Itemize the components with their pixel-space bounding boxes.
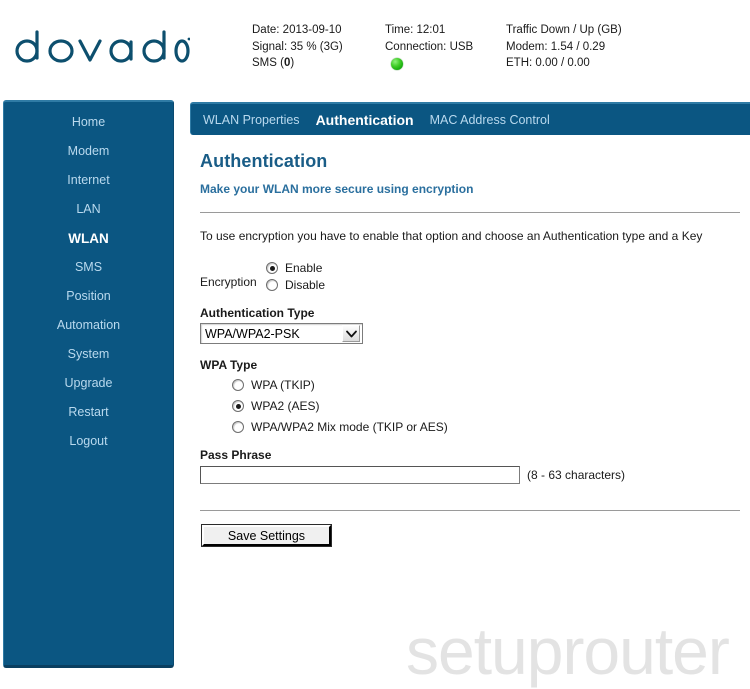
pass-phrase-row: (8 - 63 characters) [200,466,740,484]
save-settings-button[interactable]: Save Settings [202,525,331,546]
status-sms: SMS (0) [252,57,295,69]
sidebar-item-lan[interactable]: LAN [4,195,173,224]
divider-top [200,212,740,213]
wpa-type-option-mix[interactable]: WPA/WPA2 Mix mode (TKIP or AES) [232,420,740,434]
encryption-disable-label: Disable [285,278,326,292]
status-column-traffic: Traffic Down / Up (GB) Modem: 1.54 / 0.2… [506,22,706,72]
tab-bar: WLAN Properties Authentication MAC Addre… [190,102,750,135]
traffic-eth: ETH: 0.00 / 0.00 [506,57,590,69]
authentication-panel: Authentication Make your WLAN more secur… [190,135,750,546]
sidebar-item-sms[interactable]: SMS [4,253,173,282]
tab-mac-address-control[interactable]: MAC Address Control [430,113,550,127]
sidebar-item-home[interactable]: Home [4,108,173,137]
sidebar-item-restart[interactable]: Restart [4,398,173,427]
encryption-enable-label: Enable [285,261,323,275]
page-header: Date: 2013-09-10 Signal: 35 % (3G) SMS (… [0,0,750,93]
sidebar-navigation: Home Modem Internet LAN WLAN SMS Positio… [3,100,174,668]
page-subtitle: Make your WLAN more secure using encrypt… [200,182,474,196]
tab-authentication[interactable]: Authentication [316,112,414,128]
encryption-field-row: Encryption Enable Disable [200,261,740,292]
sidebar-item-position[interactable]: Position [4,282,173,311]
traffic-modem: Modem: 1.54 / 0.29 [506,40,606,53]
radio-disable-icon[interactable] [266,279,278,291]
status-column-connection: Time: 12:01 Connection: USB [385,22,506,72]
wpa2-aes-label: WPA2 (AES) [251,399,320,413]
sidebar-item-system[interactable]: System [4,340,173,369]
divider-bottom [200,510,740,511]
status-bar: Date: 2013-09-10 Signal: 35 % (3G) SMS (… [252,22,706,72]
pass-phrase-label: Pass Phrase [200,448,272,462]
radio-enable-icon[interactable] [266,262,278,274]
sidebar-item-wlan[interactable]: WLAN [4,224,173,253]
sidebar-item-automation[interactable]: Automation [4,311,173,340]
encryption-option-enable[interactable]: Enable [266,261,325,275]
tab-wlan-properties[interactable]: WLAN Properties [203,113,300,127]
wpa-mix-label: WPA/WPA2 Mix mode (TKIP or AES) [251,420,448,434]
intro-text: To use encryption you have to enable tha… [200,229,703,243]
page-title: Authentication [200,151,328,171]
radio-wpa-mix-icon[interactable] [232,421,244,433]
connection-status-led-icon [391,58,403,70]
wpa-type-option-tkip[interactable]: WPA (TKIP) [232,378,740,392]
auth-type-selected-value: WPA/WPA2-PSK [205,326,300,341]
content-area: WLAN Properties Authentication MAC Addre… [190,100,750,688]
auth-type-select[interactable]: WPA/WPA2-PSK [200,323,363,344]
pass-phrase-hint: (8 - 63 characters) [527,468,626,482]
status-column-device: Date: 2013-09-10 Signal: 35 % (3G) SMS (… [252,22,385,72]
chevron-down-icon[interactable] [342,325,360,342]
status-time: Time: 12:01 [385,24,446,36]
sidebar-item-internet[interactable]: Internet [4,166,173,195]
traffic-header: Traffic Down / Up (GB) [506,24,622,36]
wpa-type-option-aes[interactable]: WPA2 (AES) [232,399,740,413]
wpa-type-label: WPA Type [200,358,258,372]
status-connection: Connection: USB [385,40,474,53]
radio-wpa2-aes-icon[interactable] [232,400,244,412]
encryption-option-disable[interactable]: Disable [266,278,325,292]
dovado-logo [10,28,190,68]
status-date: Date: 2013-09-10 [252,24,342,36]
sidebar-item-upgrade[interactable]: Upgrade [4,369,173,398]
sidebar-item-logout[interactable]: Logout [4,427,173,456]
wpa-tkip-label: WPA (TKIP) [251,378,315,392]
pass-phrase-input[interactable] [200,466,520,484]
encryption-radio-group: Enable Disable [266,261,325,292]
radio-wpa-tkip-icon[interactable] [232,379,244,391]
wpa-type-radio-group: WPA (TKIP) WPA2 (AES) WPA/WPA2 Mix mode … [200,378,740,434]
encryption-label: Encryption [200,275,257,289]
watermark: setuprouter [406,614,730,688]
sidebar-item-modem[interactable]: Modem [4,137,173,166]
status-signal: Signal: 35 % (3G) [252,40,343,53]
auth-type-label: Authentication Type [200,306,315,320]
